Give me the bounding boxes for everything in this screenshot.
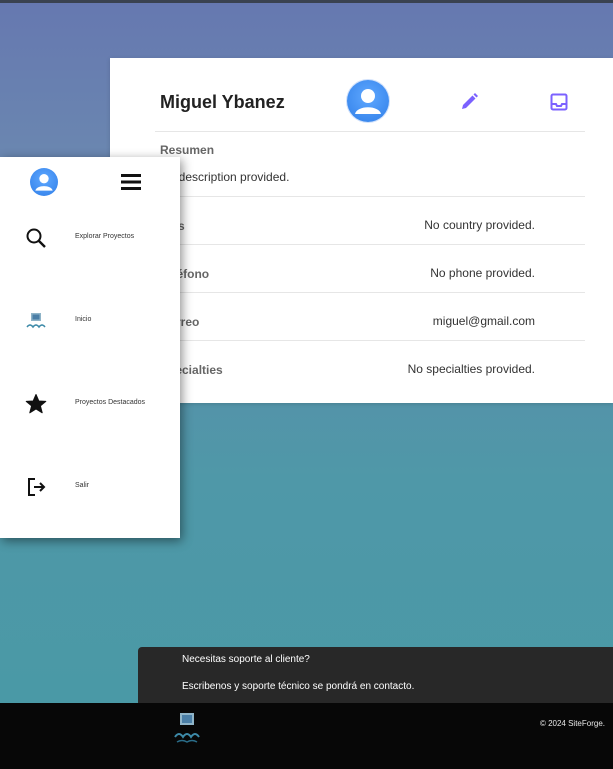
sidebar-item-explorar[interactable]: Explorar Proyectos — [0, 218, 180, 258]
sidebar-item-label: Inicio — [75, 316, 92, 323]
profile-card: Miguel Ybanez Resumen No description pro… — [110, 58, 613, 403]
frog-logo-icon — [174, 713, 200, 743]
row-value-phone: No phone provided. — [430, 266, 535, 280]
sidebar-avatar[interactable] — [30, 168, 58, 196]
footer-logo[interactable] — [172, 711, 204, 745]
sidebar-item-salir[interactable]: Salir — [0, 467, 180, 507]
row-value-specialties: No specialties provided. — [407, 362, 535, 376]
sidebar-item-inicio[interactable]: Inicio — [0, 301, 180, 341]
copyright-text: © 2024 SiteForge. — [539, 719, 605, 728]
sidebar: Explorar Proyectos Inicio Proyectos Dest… — [0, 157, 180, 538]
frog-logo-icon — [26, 313, 46, 329]
logout-icon — [28, 478, 46, 496]
hamburger-icon — [121, 174, 141, 190]
divider — [155, 131, 585, 132]
profile-avatar — [347, 80, 389, 122]
search-icon — [26, 228, 46, 248]
pencil-icon — [462, 93, 478, 109]
hamburger-menu-button[interactable] — [119, 171, 143, 193]
sidebar-item-label: Explorar Proyectos — [75, 233, 135, 240]
resumen-label: Resumen — [160, 143, 215, 157]
profile-name: Miguel Ybanez — [160, 92, 285, 112]
star-icon — [25, 394, 47, 414]
divider — [155, 340, 585, 341]
user-icon — [35, 174, 53, 191]
row-value-email: miguel@gmail.com — [432, 314, 535, 328]
sidebar-item-destacados[interactable]: Proyectos Destacados — [0, 384, 180, 424]
edit-profile-button[interactable] — [457, 90, 481, 114]
user-icon — [355, 89, 381, 114]
divider — [155, 196, 585, 197]
divider — [155, 244, 585, 245]
top-bar — [0, 0, 613, 3]
row-value-country: No country provided. — [424, 218, 535, 232]
sidebar-item-label: Salir — [75, 482, 90, 489]
sidebar-item-label: Proyectos Destacados — [75, 399, 146, 406]
inbox-icon — [550, 93, 568, 111]
inbox-button[interactable] — [547, 90, 571, 114]
support-message: Escribenos y soporte técnico se pondrá e… — [182, 681, 415, 692]
footer: © 2024 SiteForge. — [0, 703, 613, 769]
support-question: Necesitas soporte al cliente? — [182, 654, 310, 665]
support-banner: Necesitas soporte al cliente? Escribenos… — [138, 647, 613, 703]
divider — [155, 292, 585, 293]
